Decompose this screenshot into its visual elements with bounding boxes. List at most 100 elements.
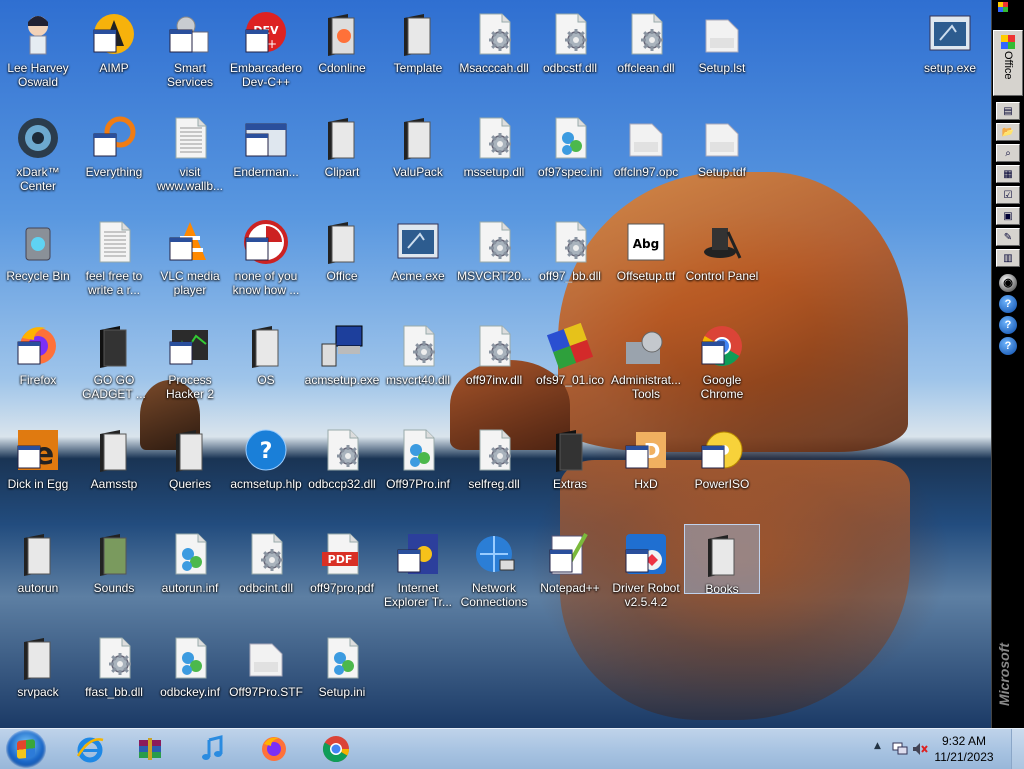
- desktop-icon[interactable]: ofs97_01.ico: [532, 316, 608, 416]
- desktop-icon[interactable]: Control Panel: [684, 212, 760, 312]
- desktop-icon[interactable]: odbccp32.dll: [304, 420, 380, 520]
- find-icon[interactable]: ⌕: [996, 144, 1020, 162]
- calendar-icon[interactable]: ▦: [996, 165, 1020, 183]
- desktop-icon[interactable]: Recycle Bin: [0, 212, 76, 312]
- desktop-icon[interactable]: Off97Pro.inf: [380, 420, 456, 520]
- desktop-icon[interactable]: Network Connections: [456, 524, 532, 624]
- desktop-icon[interactable]: Google Chrome: [684, 316, 760, 416]
- desktop-icon[interactable]: Notepad++: [532, 524, 608, 624]
- desktop-icon[interactable]: ? acmsetup.hlp: [228, 420, 304, 520]
- desktop-icon[interactable]: off97inv.dll: [456, 316, 532, 416]
- desktop-icon[interactable]: srvpack: [0, 628, 76, 728]
- new-doc-icon[interactable]: ▤: [996, 102, 1020, 120]
- desktop-icon[interactable]: Off97Pro.STF: [228, 628, 304, 728]
- desktop-icon-label: Clipart: [324, 165, 360, 179]
- desktop-icon[interactable]: Process Hacker 2: [152, 316, 228, 416]
- journal-icon[interactable]: ▥: [996, 249, 1020, 267]
- desktop-icon-label: off97inv.dll: [465, 373, 523, 387]
- desktop-icon[interactable]: AIMP: [76, 4, 152, 104]
- desktop-icon[interactable]: off97_bb.dll: [532, 212, 608, 312]
- office-assistant-icon[interactable]: ◉: [999, 274, 1017, 292]
- desktop-icon[interactable]: Enderman...: [228, 108, 304, 208]
- desktop-icon[interactable]: Clipart: [304, 108, 380, 208]
- desktop-icon[interactable]: offclean.dll: [608, 4, 684, 104]
- desktop-icon[interactable]: GO GO GADGET ...: [76, 316, 152, 416]
- desktop-icon[interactable]: Internet Explorer Tr...: [380, 524, 456, 624]
- desktop-icon[interactable]: D HxD: [608, 420, 684, 520]
- office-help-icon[interactable]: ?: [999, 295, 1017, 313]
- desktop-icon[interactable]: Setup.tdf: [684, 108, 760, 208]
- desktop-icon[interactable]: Books: [684, 524, 760, 594]
- note-icon[interactable]: ✎: [996, 228, 1020, 246]
- desktop-icon[interactable]: Cdonline: [304, 4, 380, 104]
- desktop-icon[interactable]: e Dick in Egg: [0, 420, 76, 520]
- show-desktop-button[interactable]: [1011, 729, 1024, 769]
- desktop-icon[interactable]: VLC media player: [152, 212, 228, 312]
- desktop-icon[interactable]: PDF off97pro.pdf: [304, 524, 380, 624]
- desktop-icon[interactable]: ValuPack: [380, 108, 456, 208]
- start-button[interactable]: [6, 730, 46, 768]
- taskbar-firefox[interactable]: [252, 731, 296, 767]
- desktop-icon[interactable]: Smart Services: [152, 4, 228, 104]
- desktop-icon[interactable]: acmsetup.exe: [304, 316, 380, 416]
- taskbar-winrar[interactable]: [128, 731, 172, 767]
- office-help-icon[interactable]: ?: [999, 337, 1017, 355]
- desktop-icon[interactable]: Abg Offsetup.ttf: [608, 212, 684, 312]
- desktop-icon[interactable]: odbckey.inf: [152, 628, 228, 728]
- desktop-icon[interactable]: OS: [228, 316, 304, 416]
- desktop-icon[interactable]: Setup.lst: [684, 4, 760, 104]
- desktop-icon[interactable]: DEV+ Embarcadero Dev-C++: [228, 4, 304, 104]
- desktop-icon-label: off97_bb.dll: [539, 269, 601, 283]
- desktop-icon[interactable]: visit www.wallb...: [152, 108, 228, 208]
- task-icon[interactable]: ☑: [996, 186, 1020, 204]
- system-clock[interactable]: 9:32 AM 11/21/2023: [924, 733, 1004, 765]
- desktop[interactable]: Lee Harvey Oswald AIMP Smart Services DEV+ E…: [0, 0, 1024, 728]
- desktop-icon[interactable]: selfreg.dll: [456, 420, 532, 520]
- taskbar-internet-explorer[interactable]: [68, 731, 112, 767]
- desktop-icon-label: Recycle Bin: [6, 269, 70, 283]
- desktop-icon[interactable]: Template: [380, 4, 456, 104]
- desktop-icon-label: MSVCRT20...: [457, 269, 531, 283]
- desktop-icon[interactable]: ffast_bb.dll: [76, 628, 152, 728]
- desktop-icon[interactable]: autorun: [0, 524, 76, 624]
- taskbar-itunes[interactable]: [190, 731, 234, 767]
- desktop-icon-label: AIMP: [99, 61, 129, 75]
- desktop-icon[interactable]: Extras: [532, 420, 608, 520]
- desktop-icon[interactable]: Msacccah.dll: [456, 4, 532, 104]
- desktop-icon[interactable]: Setup.ini: [304, 628, 380, 728]
- desktop-icon[interactable]: Office: [304, 212, 380, 312]
- desktop-icon[interactable]: xDark™ Center: [0, 108, 76, 208]
- desktop-icon[interactable]: Everything: [76, 108, 152, 208]
- office-bar-office-button[interactable]: Office: [993, 30, 1023, 96]
- open-doc-icon[interactable]: 📂: [996, 123, 1020, 141]
- desktop-icon[interactable]: msvcrt40.dll: [380, 316, 456, 416]
- contact-icon[interactable]: ▣: [996, 207, 1020, 225]
- desktop-icon[interactable]: setup.exe: [912, 4, 988, 104]
- desktop-icon[interactable]: Queries: [152, 420, 228, 520]
- svg-text:?: ?: [260, 439, 273, 464]
- desktop-icon[interactable]: offcln97.opc: [608, 108, 684, 208]
- desktop-icon[interactable]: Administrat... Tools: [608, 316, 684, 416]
- desktop-icon[interactable]: Sounds: [76, 524, 152, 624]
- desktop-icon[interactable]: odbcint.dll: [228, 524, 304, 624]
- desktop-icon[interactable]: none of you know how ...: [228, 212, 304, 312]
- desktop-icon[interactable]: mssetup.dll: [456, 108, 532, 208]
- desktop-icon[interactable]: Acme.exe: [380, 212, 456, 312]
- office-help-icon[interactable]: ?: [999, 316, 1017, 334]
- desktop-icon[interactable]: autorun.inf: [152, 524, 228, 624]
- desktop-icon[interactable]: odbcstf.dll: [532, 4, 608, 104]
- show-hidden-icons-icon[interactable]: ▲: [874, 741, 881, 751]
- desktop-icon[interactable]: Aamsstp: [76, 420, 152, 520]
- taskbar-chrome[interactable]: [314, 731, 358, 767]
- office-puzzle-icon: [546, 322, 594, 370]
- desktop-icon[interactable]: feel free to write a r...: [76, 212, 152, 312]
- office-bar-menu-icon[interactable]: [998, 2, 1008, 12]
- desktop-icon[interactable]: Firefox: [0, 316, 76, 416]
- desktop-icon[interactable]: PowerISO: [684, 420, 760, 520]
- desktop-icon[interactable]: MSVCRT20...: [456, 212, 532, 312]
- network-status-icon[interactable]: [892, 741, 908, 755]
- desktop-icon-label: autorun.inf: [161, 581, 219, 595]
- desktop-icon[interactable]: Driver Robot v2.5.4.2: [608, 524, 684, 624]
- desktop-icon[interactable]: Lee Harvey Oswald: [0, 4, 76, 104]
- desktop-icon[interactable]: of97spec.ini: [532, 108, 608, 208]
